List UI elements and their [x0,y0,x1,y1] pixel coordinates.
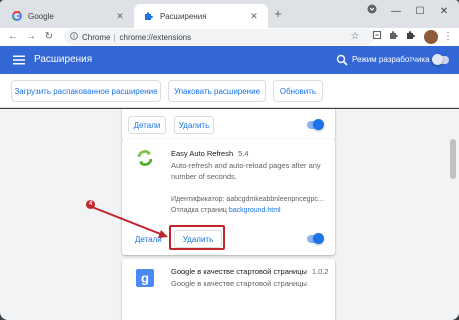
puzzle-icon[interactable] [404,30,418,44]
close-tab-icon[interactable]: ✕ [248,10,260,22]
separator: | [113,32,116,42]
developer-toolbar: Загрузить распакованное расширение Упако… [0,74,459,108]
tab-extensions[interactable]: Расширения ✕ [134,4,268,28]
page-title: Расширения [34,54,93,65]
close-window-button[interactable]: ✕ [434,4,454,20]
tab-label: Google [28,11,54,21]
bookmark-star-icon[interactable]: ☆ [348,30,362,44]
forward-arrow-icon[interactable]: → [24,30,38,44]
extensions-header: Расширения Режим разработчика [0,46,459,74]
dev-mode-label: Режим разработчика [352,55,430,64]
browser-window: Google ✕ Расширения ✕ + — ☐ ✕ ← → ↻ Chro… [0,0,459,320]
new-tab-button[interactable]: + [270,6,286,22]
address-bar[interactable]: Chrome | chrome://extensions [64,29,374,45]
minimize-button[interactable]: — [386,4,406,20]
puzzle-icon [144,11,154,21]
google-favicon-icon [12,11,22,21]
annotation-arrow [91,206,168,238]
kebab-menu-icon[interactable]: ⋮ [441,30,455,44]
update-button[interactable]: Обновить [273,80,323,102]
info-icon [70,32,78,42]
back-arrow-icon[interactable]: ← [6,30,20,44]
extension-puzzle-icon[interactable] [387,30,401,44]
dev-mode-toggle[interactable] [432,54,449,65]
origin-chip: Chrome [82,32,111,42]
maximize-button[interactable]: ☐ [410,4,430,20]
load-unpacked-button[interactable]: Загрузить распакованное расширение [11,80,161,102]
url-text: chrome://extensions [119,32,192,42]
search-icon[interactable] [336,54,348,66]
tab-label: Расширения [160,11,207,21]
close-tab-icon[interactable]: ✕ [114,10,126,22]
toggle-knob [432,54,443,65]
pack-extension-button[interactable]: Упаковать расширение [168,80,266,102]
extensions-list: Детали Удалить Easy Auto Refresh 5.4 Auto… [0,109,459,320]
profile-dropdown-icon[interactable] [362,4,382,20]
tab-strip: Google ✕ Расширения ✕ + — ☐ ✕ [0,0,459,28]
reload-icon[interactable]: ↻ [42,30,56,44]
hamburger-menu-icon[interactable] [12,53,26,67]
remove-button-highlight [169,225,225,250]
avatar[interactable] [424,30,438,44]
step-badge: 4 [86,200,95,209]
tab-google[interactable]: Google ✕ [2,4,134,28]
browser-toolbar: ← → ↻ Chrome | chrome://extensions ☆ ⋮ [0,28,459,46]
extension-action-icon[interactable] [370,30,384,44]
